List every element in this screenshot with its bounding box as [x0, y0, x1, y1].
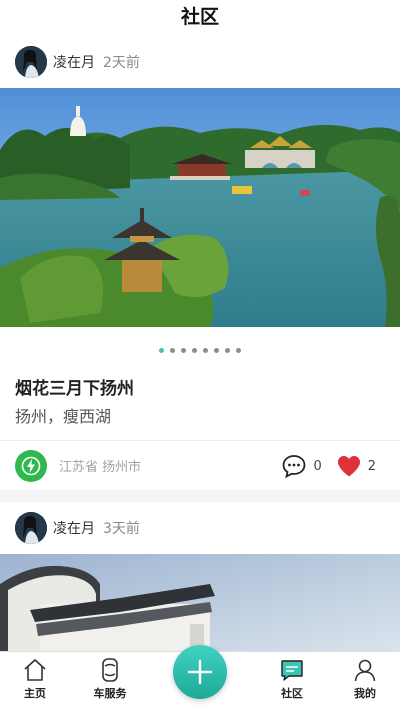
comment-button[interactable]: 0: [281, 453, 322, 479]
heart-icon: [337, 456, 360, 477]
card-divider: [0, 490, 400, 502]
location-icon[interactable]: [15, 449, 47, 482]
carousel-dot[interactable]: [192, 348, 197, 353]
post-stats: 0 2: [267, 441, 376, 491]
chat-icon: [281, 660, 303, 681]
carousel-dot[interactable]: [225, 348, 230, 353]
tab-label: 主页: [24, 687, 46, 700]
top-bar: 社区: [0, 0, 400, 36]
carousel-dot[interactable]: [203, 348, 208, 353]
tab-mine[interactable]: 我的: [330, 652, 400, 711]
post-title[interactable]: 烟花三月下扬州: [0, 374, 400, 404]
post-location[interactable]: 江苏省 扬州市: [59, 456, 141, 475]
post-card[interactable]: 凌在月 2天前 烟花三月下扬州 扬州，瘦西湖 江苏省 扬州市 0 2: [0, 36, 400, 490]
like-count: 2: [367, 458, 376, 474]
community-feed[interactable]: 凌在月 2天前 烟花三月下扬州 扬州，瘦西湖 江苏省 扬州市 0 2 凌在月 3…: [0, 36, 400, 651]
carousel-dot[interactable]: [181, 348, 186, 353]
post-username[interactable]: 凌在月: [53, 52, 95, 72]
post-header: 凌在月 3天前: [0, 502, 400, 554]
avatar[interactable]: [15, 512, 47, 544]
post-header: 凌在月 2天前: [0, 36, 400, 88]
carousel-dot[interactable]: [214, 348, 219, 353]
post-time: 2天前: [103, 55, 140, 71]
post-subtitle: 扬州，瘦西湖: [15, 407, 112, 426]
post-card[interactable]: 凌在月 3天前: [0, 502, 400, 651]
add-post-button[interactable]: [173, 645, 227, 699]
car-icon: [102, 658, 118, 682]
tab-label: 我的: [354, 687, 376, 700]
page-title: 社区: [180, 6, 219, 28]
tab-label: 社区: [281, 687, 303, 700]
post-username[interactable]: 凌在月: [53, 518, 95, 538]
tab-community[interactable]: 社区: [257, 652, 327, 711]
tab-home[interactable]: 主页: [0, 652, 70, 711]
avatar[interactable]: [15, 46, 47, 78]
user-icon: [354, 659, 376, 682]
plus-icon: [187, 659, 213, 685]
comment-count: 0: [313, 458, 322, 474]
home-icon: [24, 659, 46, 681]
carousel-dot[interactable]: [170, 348, 175, 353]
post-footer: 江苏省 扬州市 0 2: [0, 440, 400, 490]
post-time: 3天前: [103, 521, 140, 537]
tab-car-service[interactable]: 车服务: [75, 652, 145, 711]
comment-icon: [283, 455, 306, 479]
carousel-dot[interactable]: [159, 348, 164, 353]
tab-label: 车服务: [93, 687, 127, 700]
like-button[interactable]: 2: [336, 454, 376, 478]
carousel-indicator[interactable]: [0, 327, 400, 374]
post-photo[interactable]: [0, 554, 400, 651]
carousel-dot[interactable]: [236, 348, 241, 353]
post-photo[interactable]: [0, 88, 400, 327]
